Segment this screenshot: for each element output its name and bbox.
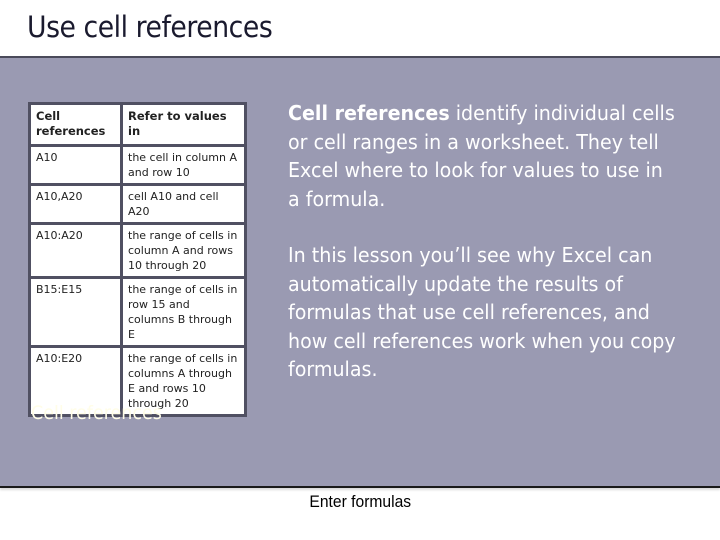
reference-cell: A10:A20 <box>28 222 123 279</box>
description-cell: the range of cells in column A and rows … <box>120 222 247 279</box>
reference-cell: B15:E15 <box>28 276 123 348</box>
lesson-paragraph: In this lesson you’ll see why Excel can … <box>288 243 676 381</box>
header-refer-to: Refer to values in <box>120 102 247 147</box>
footer-label: Enter formulas <box>309 492 411 511</box>
slide-title: Use cell references <box>27 10 273 44</box>
reference-cell: A10,A20 <box>28 183 123 225</box>
reference-cell: A10 <box>28 144 123 186</box>
description-cell: cell A10 and cell A20 <box>120 183 247 225</box>
table-header-row: Cell references Refer to values in <box>28 102 247 147</box>
table-row: A10:A20 the range of cells in column A a… <box>28 222 247 279</box>
description-cell: the cell in column A and row 10 <box>120 144 247 186</box>
content-panel: Cell references Refer to values in A10 t… <box>0 56 720 488</box>
table-row: A10 the cell in column A and row 10 <box>28 144 247 186</box>
footer: Enter formulas <box>0 492 720 512</box>
table-row: B15:E15 the range of cells in row 15 and… <box>28 276 247 348</box>
table-row: A10,A20 cell A10 and cell A20 <box>28 183 247 225</box>
header-cell-references: Cell references <box>28 102 123 147</box>
cell-references-table: Cell references Refer to values in A10 t… <box>28 102 247 417</box>
bold-term: Cell references <box>288 101 450 125</box>
intro-paragraph: Cell references identify individual cell… <box>288 99 679 213</box>
description-cell: the range of cells in row 15 and columns… <box>120 276 247 348</box>
table-caption: Cell references <box>31 402 162 424</box>
